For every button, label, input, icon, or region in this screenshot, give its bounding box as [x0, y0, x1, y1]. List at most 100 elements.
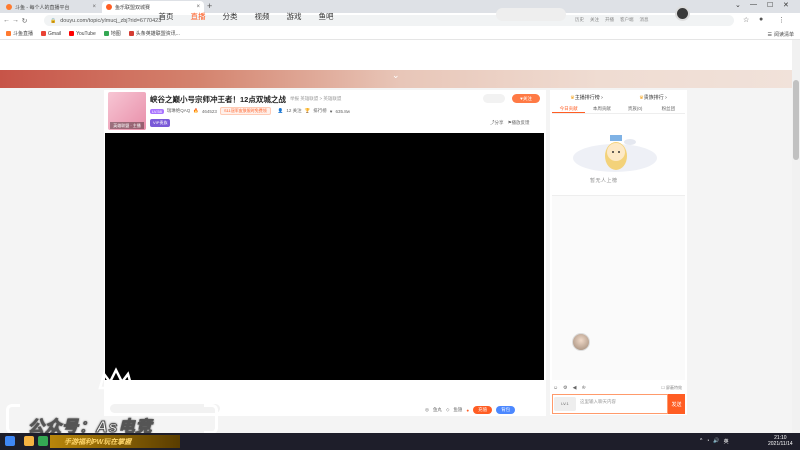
- tab-fans[interactable]: 粉丝团: [652, 104, 685, 113]
- chat-avatar[interactable]: [572, 333, 590, 351]
- host-name[interactable]: 瑞琳绝QAQ: [167, 108, 191, 114]
- feedback-button[interactable]: ⚑播放反馈: [508, 120, 530, 126]
- event-banner: ⌄: [0, 70, 800, 88]
- close-icon[interactable]: ×: [92, 4, 96, 10]
- system-tray: ^ ◔ 🔊 英: [700, 438, 729, 445]
- site-search-input[interactable]: [496, 8, 566, 21]
- event-tag[interactable]: S11冠军皮肤限时免费领: [219, 107, 271, 115]
- emoji-icon[interactable]: ☺: [553, 385, 558, 391]
- tab-title: 鱼乐联盟双城赛: [115, 4, 151, 11]
- noble-rank-link[interactable]: ♛贵族排行 ›: [639, 94, 667, 101]
- rank-value: 635.8w: [335, 108, 350, 114]
- network-icon[interactable]: ◔: [706, 438, 709, 445]
- taskbar-promo[interactable]: 手游福利PW玩在掌握: [50, 435, 180, 448]
- chat-placeholder: 这里输入聊天内容: [580, 399, 616, 404]
- douyu-favicon-icon: [6, 4, 12, 10]
- bookmark-label: Gmail: [48, 30, 62, 37]
- bookmark-item[interactable]: 斗鱼直播: [6, 30, 33, 37]
- chat-area: [552, 195, 685, 380]
- tray-chevron-icon[interactable]: ^: [700, 438, 702, 445]
- nav-fishbar[interactable]: 鱼吧: [310, 11, 342, 22]
- windows-start-icon[interactable]: [5, 436, 15, 446]
- header-links: 历史 关注 开播 客户端 消息: [575, 17, 649, 23]
- tab-today[interactable]: 今日贡献: [552, 104, 586, 113]
- minimize-icon[interactable]: —: [750, 1, 757, 8]
- follow-button[interactable]: ♥ 关注: [512, 94, 540, 103]
- fire-icon: 🔥: [193, 108, 199, 113]
- nav-games[interactable]: 游戏: [278, 11, 310, 22]
- bookmark-item[interactable]: YouTube: [69, 31, 96, 37]
- rank-link[interactable]: 排行榜: [313, 108, 327, 114]
- heart-icon: ♥: [329, 108, 333, 114]
- gift-icon[interactable]: ⚙: [563, 385, 567, 391]
- bookmark-label: 头条英雄联盟资讯...: [135, 31, 180, 37]
- bookmark-star-icon[interactable]: ☆: [743, 16, 749, 24]
- clock-date: 2021/11/14: [768, 441, 793, 447]
- category-breadcrumb[interactable]: 英雄联盟 > 英雄联盟: [300, 96, 341, 101]
- client-link[interactable]: 客户端: [620, 17, 634, 23]
- fin-label[interactable]: 鱼翅: [453, 407, 462, 413]
- cover-tag: 英雄联盟 · 主播: [110, 122, 144, 129]
- ime-icon[interactable]: 英: [724, 438, 729, 445]
- nav-live[interactable]: 直播: [182, 11, 214, 22]
- nav-video[interactable]: 视频: [246, 11, 278, 22]
- follow-link[interactable]: 关注: [590, 17, 599, 23]
- share-button[interactable]: ⤴分享: [490, 120, 504, 126]
- broadcast-link[interactable]: 开播: [605, 17, 614, 23]
- report-link[interactable]: 举报: [290, 96, 299, 101]
- bookmark-item[interactable]: 地图: [103, 30, 121, 37]
- bookmark-item[interactable]: Gmail: [41, 31, 61, 37]
- reload-icon[interactable]: ↻: [20, 17, 29, 25]
- reading-list[interactable]: ☰ 阅读清单: [767, 31, 795, 39]
- menu-icon[interactable]: ⋮: [778, 16, 785, 24]
- bookmark-label: YouTube: [76, 30, 96, 37]
- forward-icon[interactable]: →: [11, 17, 20, 24]
- nav-category[interactable]: 分类: [214, 11, 246, 22]
- file-explorer-icon[interactable]: [24, 436, 34, 446]
- tab-week[interactable]: 本周贡献: [585, 104, 618, 113]
- url-text: douyu.com/topic/ylmucj_zbj?rid=6770423: [60, 17, 162, 24]
- back-icon[interactable]: ←: [2, 17, 11, 24]
- speaker-icon[interactable]: ◀: [573, 385, 577, 391]
- fish-ball-label[interactable]: 鱼丸: [433, 407, 442, 413]
- fan-badge-icon[interactable]: ♔: [581, 385, 585, 391]
- maximize-icon[interactable]: ☐: [767, 1, 773, 9]
- profile-icon[interactable]: ●: [759, 16, 763, 23]
- maps-icon: [103, 31, 109, 36]
- tab-search-icon[interactable]: ⌄: [735, 1, 741, 9]
- volume-icon[interactable]: 🔊: [713, 438, 719, 445]
- reading-list-icon: ☰: [767, 31, 772, 38]
- recharge-button[interactable]: 充值: [473, 406, 493, 414]
- close-window-icon[interactable]: ✕: [783, 1, 789, 9]
- bookmark-icon: [6, 31, 11, 36]
- bookmark-item[interactable]: 头条英雄联盟资讯...: [128, 30, 180, 37]
- fin-icon: ◇: [445, 407, 450, 412]
- chrome-taskbar-icon[interactable]: [38, 436, 48, 446]
- chevron-down-icon[interactable]: ⌄: [392, 70, 400, 81]
- scrollbar-thumb[interactable]: [793, 80, 799, 160]
- empty-rank-text: 暂无人上榜: [590, 178, 618, 184]
- backpack-button[interactable]: 背包: [496, 406, 516, 414]
- fish-ball-icon: ◎: [425, 407, 429, 412]
- send-button[interactable]: 发送: [668, 394, 685, 414]
- block-effects-toggle[interactable]: ☐ 屏蔽特效: [661, 385, 685, 391]
- host-rank-link[interactable]: ♛主播排行榜 ›: [570, 94, 603, 101]
- video-player[interactable]: [105, 133, 544, 380]
- new-tab-button[interactable]: +: [207, 1, 212, 11]
- site-header: [0, 40, 800, 70]
- follow-label: 关注: [522, 95, 532, 101]
- lock-icon: 🔒: [50, 17, 57, 24]
- user-avatar[interactable]: [675, 6, 690, 21]
- close-icon[interactable]: ×: [196, 4, 200, 10]
- browser-tab-1[interactable]: 斗鱼 - 每个人的直播平台 ×: [2, 1, 100, 13]
- taskbar-clock[interactable]: 21:10 2021/11/14: [768, 435, 793, 447]
- chat-toolbar: ☺ ⚙ ◀ ♔ ☐ 屏蔽特效: [552, 383, 685, 393]
- tab-noble[interactable]: 贵族(0): [619, 104, 652, 113]
- hot-count: 464523: [201, 108, 217, 114]
- nav-home[interactable]: 首页: [150, 11, 182, 22]
- history-link[interactable]: 历史: [575, 17, 584, 23]
- messages-link[interactable]: 消息: [640, 17, 649, 23]
- room-title: 峡谷之巅小号宗师冲王者！12点双城之战: [150, 95, 286, 104]
- vip-badge[interactable]: VIP贵族: [150, 119, 171, 127]
- crown-watermark-icon: [98, 367, 134, 390]
